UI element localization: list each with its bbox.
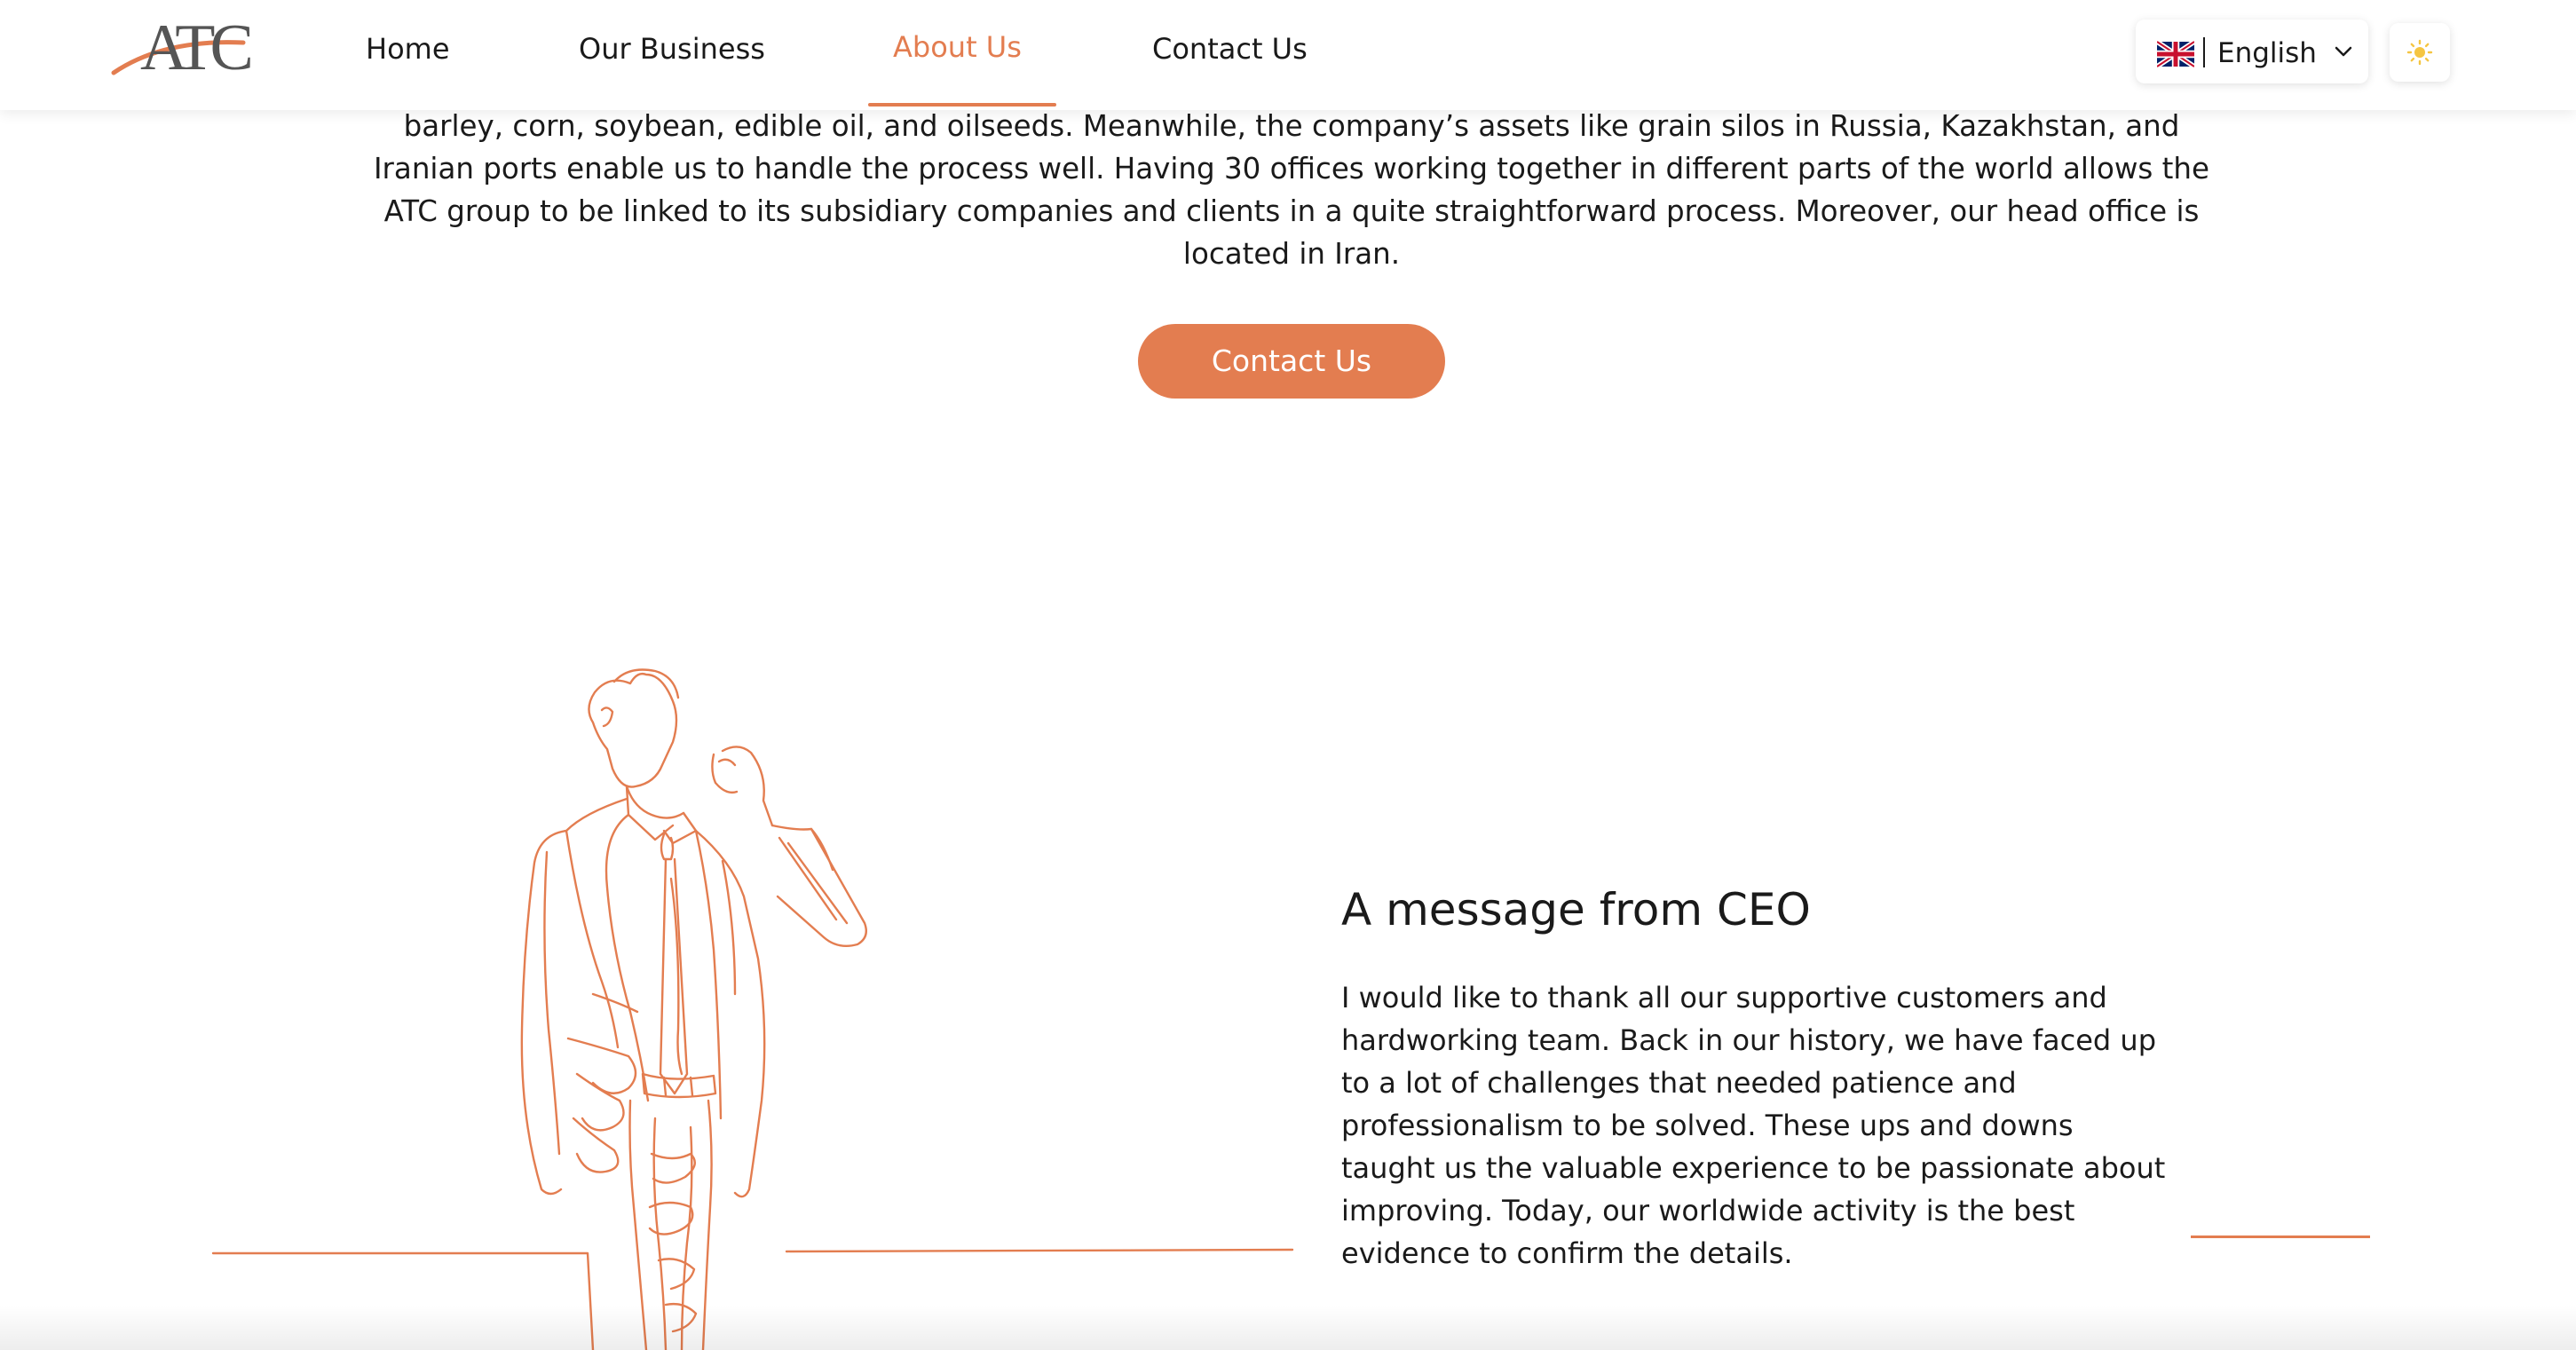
about-intro-text: barley, corn, soybean, edible oil, and o… — [373, 109, 2210, 271]
uk-flag-icon — [2157, 41, 2194, 67]
ceo-accent-line — [2191, 1236, 2370, 1238]
theme-toggle-button[interactable] — [2390, 23, 2450, 82]
ceo-message-body: I would like to thank all our supportive… — [1341, 981, 2166, 1270]
businessman-line-illustration — [211, 668, 1294, 1350]
nav-home[interactable]: Home — [366, 32, 450, 66]
atc-logo-mark: ATC — [111, 12, 256, 84]
language-label: English — [2217, 37, 2317, 69]
language-select[interactable]: English — [2136, 20, 2368, 83]
language-divider — [2203, 37, 2205, 67]
atc-logo[interactable]: ATC — [110, 12, 288, 84]
chevron-down-icon — [2335, 46, 2352, 57]
site-header: ATC Home Our Business About Us Contact U… — [0, 0, 2576, 110]
nav-contact-us[interactable]: Contact Us — [1152, 32, 1308, 66]
nav-our-business[interactable]: Our Business — [579, 32, 765, 66]
contact-us-button[interactable]: Contact Us — [1138, 324, 1445, 399]
ceo-message-title: A message from CEO — [1341, 884, 1811, 936]
nav-active-underline — [868, 103, 1056, 107]
svg-text:ATC: ATC — [140, 12, 250, 76]
sun-icon — [2406, 39, 2433, 66]
nav-about-us[interactable]: About Us — [893, 30, 1022, 64]
